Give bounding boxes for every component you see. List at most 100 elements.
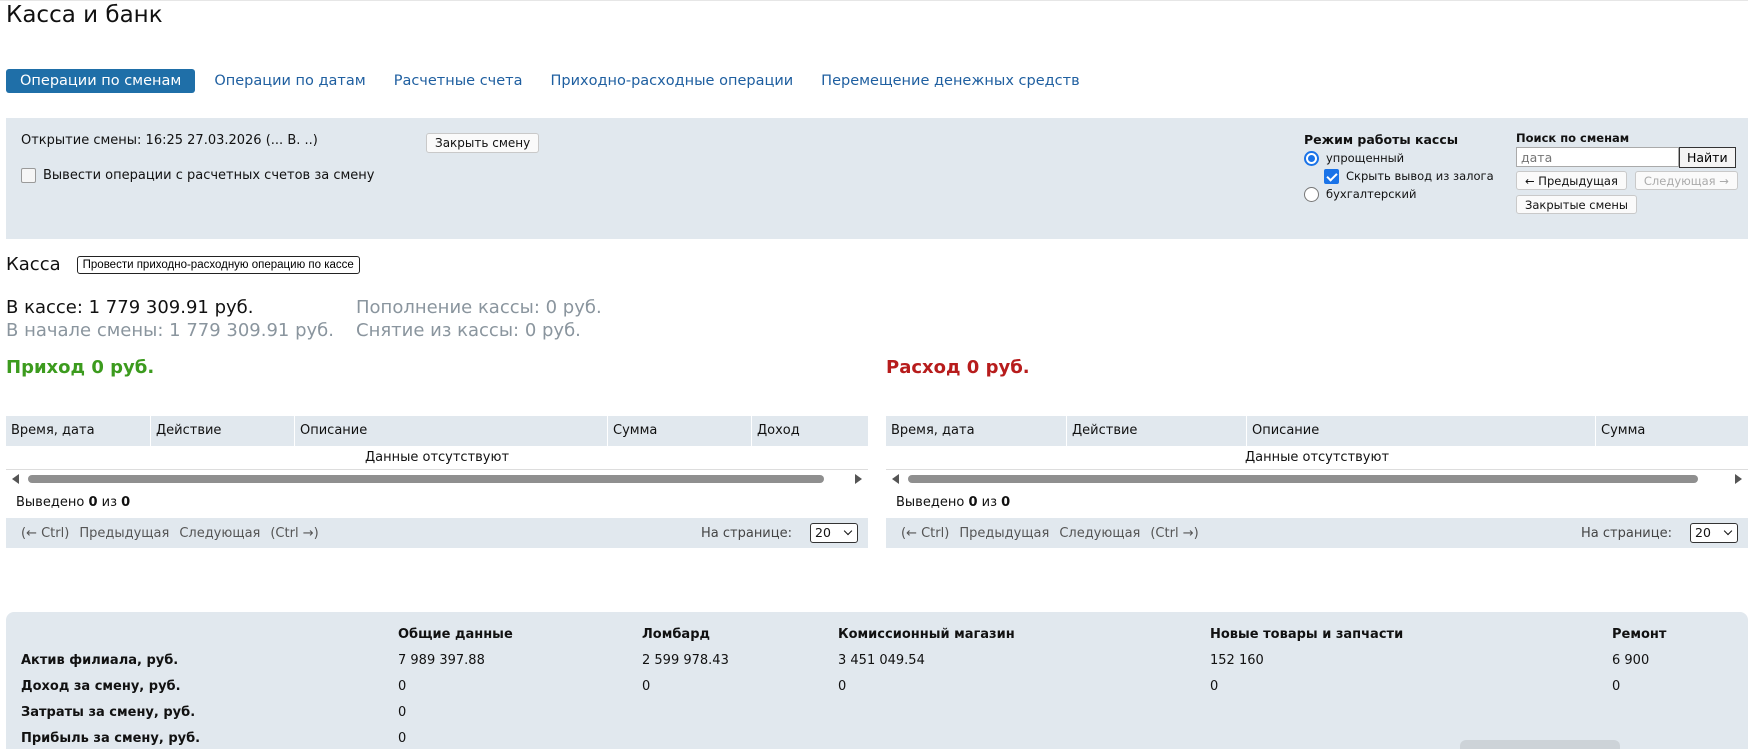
cash-mode-title: Режим работы кассы <box>1304 132 1459 147</box>
expense-col-datetime[interactable]: Время, дата <box>886 416 1067 446</box>
hide-pledge-option[interactable]: Скрыть вывод из залога <box>1324 167 1494 185</box>
expense-pager: (← Ctrl) Предыдущая Следующая (Ctrl →) Н… <box>886 518 1748 548</box>
per-page-select[interactable]: 20 <box>1690 523 1738 543</box>
summary-value: 0 <box>642 679 651 694</box>
prev-shift-button[interactable]: ← Предыдущая <box>1516 171 1627 190</box>
expense-col-description[interactable]: Описание <box>1247 416 1596 446</box>
income-col-amount[interactable]: Сумма <box>608 416 752 446</box>
summary-value: 0 <box>838 679 847 694</box>
scroll-right-icon[interactable] <box>1735 474 1742 484</box>
income-table-header: Время, дата Действие Описание Сумма Дохо… <box>6 416 868 446</box>
tab-bar: Операции по сменам Операции по датам Рас… <box>6 68 1096 94</box>
tab-bank-accounts[interactable]: Расчетные счета <box>382 69 535 93</box>
expense-shown-count: Выведено 0 из 0 <box>896 495 1011 510</box>
income-pager: (← Ctrl) Предыдущая Следующая (Ctrl →) Н… <box>6 518 868 548</box>
summary-col-repair: Ремонт <box>1612 627 1667 642</box>
expense-col-action[interactable]: Действие <box>1067 416 1247 446</box>
pager-next-link[interactable]: Следующая <box>1059 526 1140 541</box>
per-page-label: На странице: <box>1581 525 1672 541</box>
mode-accounting-radio[interactable] <box>1304 186 1319 202</box>
show-accounts-option[interactable]: Вывести операции с расчетных счетов за с… <box>21 168 374 183</box>
pager-ctrl-right-hint: (Ctrl →) <box>270 525 319 541</box>
cash-mode-group: Режим работы кассы упрощенный Скрыть выв… <box>1304 132 1494 203</box>
summary-value: 0 <box>398 731 407 746</box>
scroll-left-icon[interactable] <box>12 474 19 484</box>
income-title: Приход 0 руб. <box>6 357 155 378</box>
per-page-control: На странице: 20 <box>701 523 858 543</box>
pager-next-link[interactable]: Следующая <box>179 526 260 541</box>
cash-withdraw: Снятие из кассы: 0 руб. <box>356 320 581 341</box>
cash-balance: В кассе: 1 779 309.91 руб. <box>6 297 254 318</box>
tab-cash-orders[interactable]: Приходно-расходные операции <box>539 69 806 93</box>
top-divider <box>0 0 1748 1</box>
tab-money-transfers[interactable]: Перемещение денежных средств <box>809 69 1091 93</box>
expense-table-header: Время, дата Действие Описание Сумма <box>886 416 1748 446</box>
show-accounts-checkbox[interactable] <box>21 168 36 183</box>
scroll-right-icon[interactable] <box>855 474 862 484</box>
scroll-thumb[interactable] <box>908 475 1698 483</box>
summary-value: 6 900 <box>1612 653 1650 668</box>
summary-value: 0 <box>398 679 407 694</box>
pager-ctrl-left-hint: (← Ctrl) <box>901 525 950 541</box>
expense-col-amount[interactable]: Сумма <box>1596 416 1748 446</box>
income-col-action[interactable]: Действие <box>151 416 295 446</box>
hide-pledge-label: Скрыть вывод из залога <box>1346 169 1494 183</box>
branch-summary: Общие данные Ломбард Комиссионный магази… <box>6 612 1748 749</box>
summary-col-new-goods: Новые товары и запчасти <box>1210 627 1404 642</box>
closed-shifts-button[interactable]: Закрытые смены <box>1516 195 1637 214</box>
kassa-header: Касса Провести приходно-расходную операц… <box>6 254 360 275</box>
income-table: Время, дата Действие Описание Сумма Дохо… <box>6 416 868 548</box>
income-scrollbar[interactable] <box>6 470 868 488</box>
find-button[interactable]: Найти <box>1679 147 1736 168</box>
pager-prev-link[interactable]: Предыдущая <box>959 526 1049 541</box>
summary-row-label: Затраты за смену, руб. <box>21 705 196 720</box>
income-empty-message: Данные отсутствуют <box>6 446 868 470</box>
expense-empty-message: Данные отсутствуют <box>886 446 1748 470</box>
summary-row-label: Доход за смену, руб. <box>21 679 181 694</box>
expense-scrollbar[interactable] <box>886 470 1748 488</box>
income-col-description[interactable]: Описание <box>295 416 608 446</box>
mode-simplified-label: упрощенный <box>1326 151 1405 165</box>
summary-col-general: Общие данные <box>398 627 513 642</box>
tab-shift-operations[interactable]: Операции по сменам <box>6 69 196 93</box>
mode-simplified-radio[interactable] <box>1304 150 1319 166</box>
kassa-title: Касса <box>6 254 61 275</box>
per-page-label: На странице: <box>701 525 792 541</box>
shift-panel: Открытие смены: 16:25 27.03.2026 (... В.… <box>6 118 1748 239</box>
page-title: Касса и банк <box>6 2 163 28</box>
shift-search-title: Поиск по сменам <box>1516 131 1630 145</box>
summary-value: 3 451 049.54 <box>838 653 925 668</box>
close-shift-button[interactable]: Закрыть смену <box>426 133 540 153</box>
shift-search-input[interactable] <box>1516 147 1679 167</box>
mode-simplified-option[interactable]: упрощенный <box>1304 149 1494 167</box>
summary-col-commission: Комиссионный магазин <box>838 627 1015 642</box>
scroll-thumb[interactable] <box>28 475 824 483</box>
hide-pledge-checkbox[interactable] <box>1324 168 1339 184</box>
tab-date-operations[interactable]: Операции по датам <box>202 69 377 93</box>
income-col-profit[interactable]: Доход <box>752 416 868 446</box>
per-page-control: На странице: 20 <box>1581 523 1738 543</box>
summary-value: 152 160 <box>1210 653 1264 668</box>
shift-search: Поиск по сменам Найти ← Предыдущая Следу… <box>1516 131 1746 214</box>
shift-open-info: Открытие смены: 16:25 27.03.2026 (... В.… <box>21 133 318 148</box>
summary-value: 0 <box>1210 679 1219 694</box>
cash-replenish: Пополнение кассы: 0 руб. <box>356 297 602 318</box>
summary-value: 0 <box>1612 679 1621 694</box>
pager-prev-link[interactable]: Предыдущая <box>79 526 169 541</box>
mode-accounting-option[interactable]: бухгалтерский <box>1304 185 1494 203</box>
pager-ctrl-left-hint: (← Ctrl) <box>21 525 70 541</box>
per-page-select[interactable]: 20 <box>810 523 858 543</box>
summary-value: 2 599 978.43 <box>642 653 729 668</box>
summary-value: 0 <box>398 705 407 720</box>
summary-value: 7 989 397.88 <box>398 653 485 668</box>
show-accounts-label: Вывести операции с расчетных счетов за с… <box>43 168 375 183</box>
summary-row-label: Прибыль за смену, руб. <box>21 731 201 746</box>
cash-operation-button[interactable]: Провести приходно-расходную операцию по … <box>76 255 360 274</box>
scroll-left-icon[interactable] <box>892 474 899 484</box>
next-shift-button[interactable]: Следующая → <box>1634 171 1738 190</box>
income-col-datetime[interactable]: Время, дата <box>6 416 151 446</box>
expense-title: Расход 0 руб. <box>886 357 1030 378</box>
summary-row-label: Актив филиала, руб. <box>21 653 179 668</box>
page-scroll-indicator <box>1460 740 1620 749</box>
expense-table: Время, дата Действие Описание Сумма Данн… <box>886 416 1748 548</box>
